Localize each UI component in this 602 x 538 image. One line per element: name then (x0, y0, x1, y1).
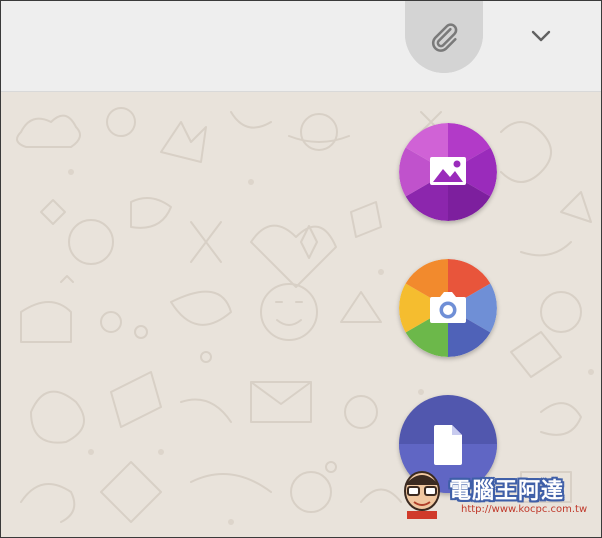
chat-window: 電腦王阿達 http://www.kocpc.com.tw (0, 0, 602, 538)
paperclip-icon (431, 23, 458, 52)
camera-button-background (399, 259, 497, 357)
document-icon (434, 425, 462, 465)
mascot-logo (404, 471, 440, 519)
image-icon (430, 157, 466, 185)
watermark-url: http://www.kocpc.com.tw (461, 504, 588, 515)
site-watermark: 電腦王阿達 http://www.kocpc.com.tw (399, 463, 599, 527)
gallery-button[interactable] (399, 123, 497, 221)
watermark-title: 電腦王阿達 (449, 479, 565, 504)
camera-button[interactable] (399, 259, 497, 357)
chevron-down-icon (531, 30, 551, 42)
gallery-button-background (399, 123, 497, 221)
menu-button[interactable] (523, 23, 559, 49)
attach-button[interactable] (405, 1, 483, 73)
chat-header (1, 1, 601, 92)
